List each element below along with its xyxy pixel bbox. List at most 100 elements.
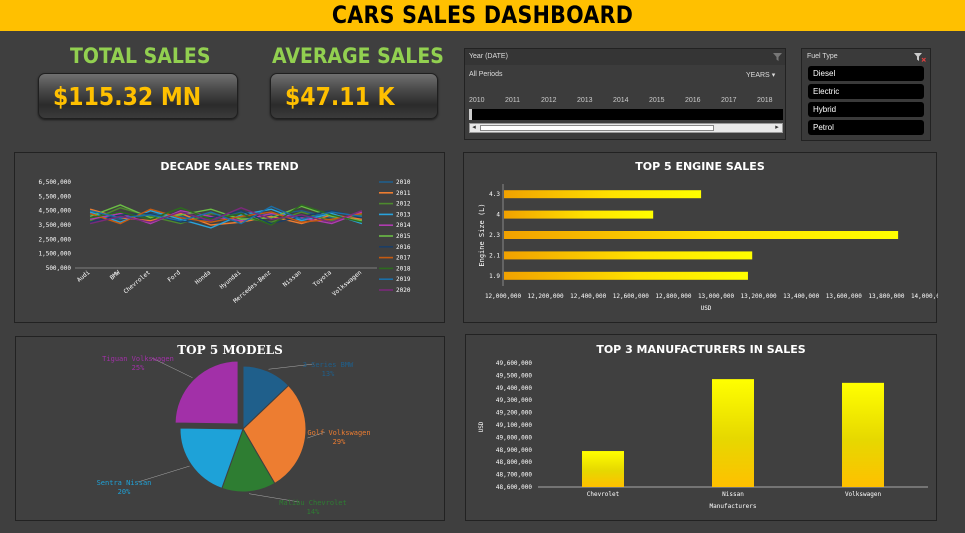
scroll-thumb[interactable]	[480, 125, 714, 131]
y-tick-label: 49,300,000	[496, 397, 533, 404]
y-tick-label: 5,500,000	[38, 193, 71, 200]
models-pie-chart: 3 Series BMW13% Golf Volkswagen29% Malibu …	[97, 355, 371, 516]
x-tick-label: BMW	[109, 269, 122, 282]
x-tick-label: Audi	[76, 269, 92, 284]
average-sales-value: $47.11 K	[285, 82, 395, 111]
y-tick-label: 48,900,000	[496, 447, 533, 454]
slice-percent: 29%	[333, 438, 346, 446]
top-models-panel: TOP 5 MODELS 3 Series BMW 13% Golf Volkswa…	[15, 336, 445, 521]
x-tick-label: 12,000,000	[485, 293, 522, 300]
timeline-year-label[interactable]: 2011	[505, 97, 520, 104]
y-tick-label: 48,800,000	[496, 459, 533, 466]
slice-percent: 20%	[118, 488, 131, 496]
fuel-option-hybrid[interactable]: Hybrid	[808, 102, 924, 117]
legend-label: 2019	[396, 276, 411, 283]
decade-sales-trend-panel: DECADE SALES TREND 500,000 1,500,000 2,500…	[14, 152, 445, 323]
legend-label: 2012	[396, 201, 411, 208]
timeline-year-labels: 2010 2011 2012 2013 2014 2015 2016 2017 2018	[465, 97, 785, 107]
average-sales-card: $47.11 K	[270, 73, 438, 119]
slice-label: Malibu Chevrolet	[279, 499, 346, 507]
engine-bar	[504, 210, 654, 219]
manufacturer-bar	[582, 451, 624, 487]
timeline-year-label[interactable]: 2017	[721, 97, 737, 104]
top-engine-sales-panel: TOP 5 ENGINE SALES 4.3 4 2.3 2.1 1.9 12,000,0…	[463, 152, 938, 323]
average-sales-label: AVERAGE SALES	[272, 44, 444, 68]
x-tick-label: 13,400,000	[783, 293, 820, 300]
x-tick-label: 13,600,000	[826, 293, 863, 300]
y-tick-label: 2.1	[489, 252, 500, 259]
x-tick-label: Nissan	[722, 491, 744, 498]
timeline-year-label[interactable]: 2016	[685, 97, 701, 104]
y-tick-label: 49,000,000	[496, 434, 533, 441]
engine-bar	[504, 231, 899, 239]
manufacturers-bar-chart: 48,600,000 48,700,000 48,800,000 48,900,000…	[478, 360, 928, 510]
y-tick-label: 49,100,000	[496, 422, 533, 429]
manufacturer-bar	[842, 382, 884, 487]
legend-label: 2011	[396, 190, 411, 197]
manufacturer-bar	[712, 379, 754, 487]
filter-icon[interactable]	[773, 53, 782, 61]
line-chart: 500,000 1,500,000 2,500,000 3,500,000 4,500,…	[38, 179, 411, 305]
top-manufacturers-panel: TOP 3 MANUFACTURERS IN SALES 48,600,000 4…	[465, 334, 937, 521]
y-tick-label: 1.9	[489, 273, 500, 280]
timeline-bar[interactable]	[469, 109, 783, 120]
clear-filter-icon[interactable]	[914, 53, 926, 62]
y-tick-label: 48,600,000	[496, 484, 533, 491]
timeline-start-handle[interactable]	[469, 109, 472, 120]
timeline-year-label[interactable]: 2013	[577, 97, 593, 104]
dashboard-title: CARS SALES DASHBOARD	[331, 1, 634, 29]
slice-label: Tiguan Volkswagen	[102, 355, 174, 363]
x-tick-label: 13,200,000	[741, 293, 778, 300]
timeline-year-label[interactable]: 2010	[469, 97, 485, 104]
y-tick-label: 4.3	[489, 191, 500, 198]
fuel-option-petrol[interactable]: Petrol	[808, 120, 924, 135]
fuel-slicer-title: Fuel Type	[807, 53, 838, 60]
timeline-scrollbar[interactable]: ◂ ▸	[469, 123, 783, 133]
timeline-period: All Periods	[469, 71, 503, 78]
legend-label: 2014	[396, 222, 411, 229]
x-tick-label: 14,000,000	[911, 293, 938, 300]
y-tick-label: 49,500,000	[496, 372, 533, 379]
scroll-left-icon[interactable]: ◂	[470, 124, 478, 132]
timeline-year-label[interactable]: 2018	[757, 97, 773, 104]
y-tick-label: 3,500,000	[38, 222, 71, 229]
engine-bar-chart: 4.3 4 2.3 2.1 1.9 12,000,000 12,200,000 12,400,…	[478, 184, 938, 312]
legend-label: 2010	[396, 179, 411, 186]
x-tick-label: Hyundai	[219, 269, 243, 291]
y-tick-label: 4,500,000	[38, 208, 71, 215]
fuel-option-electric[interactable]: Electric	[808, 84, 924, 99]
x-tick-label: Nissan	[282, 269, 303, 289]
x-axis-title: Manufacturers	[710, 503, 757, 510]
slice-label: Golf Volkswagen	[307, 429, 370, 437]
timeline-year-label[interactable]: 2014	[613, 97, 629, 104]
x-tick-label: 12,600,000	[613, 293, 650, 300]
y-tick-label: 48,700,000	[496, 472, 533, 479]
y-tick-label: 2,500,000	[38, 236, 71, 243]
total-sales-card: $115.32 MN	[38, 73, 238, 119]
y-axis-title: Engine Size (L)	[478, 203, 486, 266]
slice-percent: 14%	[307, 508, 320, 516]
legend-label: 2017	[396, 255, 411, 262]
timeline-level-dropdown[interactable]: YEARS ▾	[746, 71, 775, 79]
total-sales-value: $115.32 MN	[53, 82, 202, 111]
fuel-type-slicer[interactable]: Fuel Type Diesel Electric Hybrid Petrol	[801, 48, 931, 141]
y-tick-label: 4	[496, 212, 500, 219]
title-bar: CARS SALES DASHBOARD	[0, 0, 965, 31]
x-tick-label: Volkswagen	[845, 491, 882, 498]
legend-label: 2020	[396, 287, 411, 294]
slice-label: 3 Series BMW	[303, 361, 354, 369]
slice-percent: 13%	[322, 370, 335, 378]
legend-label: 2013	[396, 211, 411, 218]
timeline-year-label[interactable]: 2015	[649, 97, 665, 104]
x-tick-label: Honda	[194, 269, 213, 286]
fuel-option-diesel[interactable]: Diesel	[808, 66, 924, 81]
scroll-right-icon[interactable]: ▸	[773, 124, 781, 132]
engine-bar	[504, 271, 748, 280]
x-tick-label: 12,400,000	[570, 293, 607, 300]
timeline-year-label[interactable]: 2012	[541, 97, 557, 104]
legend-label: 2018	[396, 265, 411, 272]
pie-slice	[174, 360, 239, 425]
timeline-level-label: YEARS	[746, 72, 770, 79]
engine-bar	[504, 190, 702, 199]
year-timeline-slicer[interactable]: Year (DATE) All Periods YEARS ▾ 2010 2011…	[464, 48, 786, 140]
